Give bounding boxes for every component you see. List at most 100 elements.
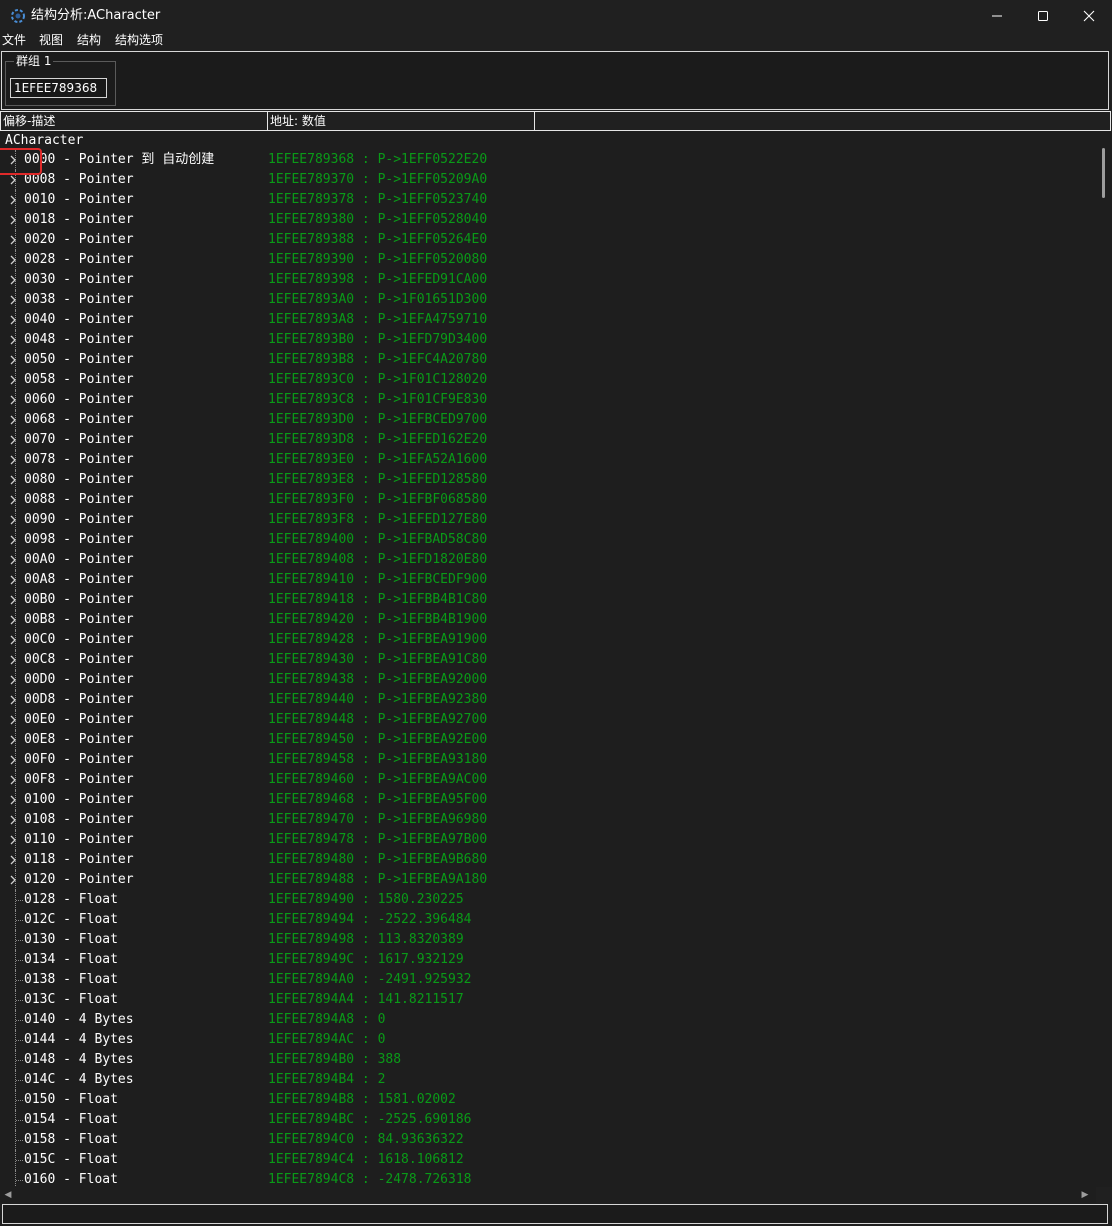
tree-row[interactable]: 0118 - Pointer 1EFEE789480 : P->1EFBEA9B6… — [0, 850, 1096, 870]
tree-row[interactable]: 00A0 - Pointer 1EFEE789408 : P->1EFD1820E… — [0, 550, 1096, 570]
menu-structure-options[interactable]: 结构选项 — [115, 32, 163, 48]
tree-row[interactable]: 00B0 - Pointer 1EFEE789418 : P->1EFBB4B1C… — [0, 590, 1096, 610]
tree-row[interactable]: 0060 - Pointer 1EFEE7893C8 : P->1F01CF9E8… — [0, 390, 1096, 410]
tree-row[interactable]: 0148 - 4 Bytes 1EFEE7894B0 : 388 — [0, 1050, 1096, 1070]
tree-row[interactable]: 0150 - Float 1EFEE7894B8 : 1581.02002 — [0, 1090, 1096, 1110]
tree-row[interactable]: 0088 - Pointer 1EFEE7893F0 : P->1EFBF0685… — [0, 490, 1096, 510]
chevron-right-icon[interactable] — [7, 574, 19, 586]
chevron-right-icon[interactable] — [7, 474, 19, 486]
tree-row[interactable]: 0020 - Pointer 1EFEE789388 : P->1EFF05264… — [0, 230, 1096, 250]
tree-row[interactable]: 0010 - Pointer 1EFEE789378 : P->1EFF05237… — [0, 190, 1096, 210]
chevron-right-icon[interactable] — [7, 814, 19, 826]
column-header-address[interactable]: 地址: 数值 — [267, 111, 535, 131]
tree-row[interactable]: 013C - Float 1EFEE7894A4 : 141.8211517 — [0, 990, 1096, 1010]
tree-row[interactable]: 014C - 4 Bytes 1EFEE7894B4 : 2 — [0, 1070, 1096, 1090]
column-header-offset[interactable]: 偏移-描述 — [0, 111, 268, 131]
tree-row[interactable]: 00E0 - Pointer 1EFEE789448 : P->1EFBEA927… — [0, 710, 1096, 730]
horizontal-scrollbar[interactable]: ◀ ▶ — [0, 1187, 1096, 1203]
chevron-right-icon[interactable] — [7, 754, 19, 766]
tree-row[interactable]: 0038 - Pointer 1EFEE7893A0 : P->1F01651D3… — [0, 290, 1096, 310]
tree-row[interactable]: 0138 - Float 1EFEE7894A0 : -2491.925932 — [0, 970, 1096, 990]
tree-row[interactable]: 0110 - Pointer 1EFEE789478 : P->1EFBEA97B… — [0, 830, 1096, 850]
chevron-right-icon[interactable] — [7, 614, 19, 626]
chevron-right-icon[interactable] — [7, 394, 19, 406]
scroll-left-arrow-icon[interactable]: ◀ — [3, 1190, 13, 1200]
chevron-right-icon[interactable] — [7, 654, 19, 666]
chevron-right-icon[interactable] — [7, 354, 19, 366]
tree-row[interactable]: 0160 - Float 1EFEE7894C8 : -2478.726318 — [0, 1170, 1096, 1187]
chevron-right-icon[interactable] — [7, 834, 19, 846]
chevron-right-icon[interactable] — [7, 294, 19, 306]
tree-row[interactable]: 00A8 - Pointer 1EFEE789410 : P->1EFBCEDF9… — [0, 570, 1096, 590]
chevron-right-icon[interactable] — [7, 674, 19, 686]
chevron-right-icon[interactable] — [7, 594, 19, 606]
chevron-right-icon[interactable] — [7, 314, 19, 326]
tree-row[interactable]: 0080 - Pointer 1EFEE7893E8 : P->1EFED1285… — [0, 470, 1096, 490]
tree-row[interactable]: 00C8 - Pointer 1EFEE789430 : P->1EFBEA91C… — [0, 650, 1096, 670]
tree-row[interactable]: 0158 - Float 1EFEE7894C0 : 84.93636322 — [0, 1130, 1096, 1150]
tree-row[interactable]: 0058 - Pointer 1EFEE7893C0 : P->1F01C1280… — [0, 370, 1096, 390]
chevron-right-icon[interactable] — [7, 854, 19, 866]
chevron-right-icon[interactable] — [7, 414, 19, 426]
tree-row[interactable]: 00F0 - Pointer 1EFEE789458 : P->1EFBEA931… — [0, 750, 1096, 770]
chevron-right-icon[interactable] — [7, 534, 19, 546]
tree-row[interactable]: 0008 - Pointer 1EFEE789370 : P->1EFF05209… — [0, 170, 1096, 190]
tree-row[interactable]: 00B8 - Pointer 1EFEE789420 : P->1EFBB4B19… — [0, 610, 1096, 630]
vertical-scrollbar[interactable] — [1096, 131, 1112, 1187]
chevron-right-icon[interactable] — [7, 214, 19, 226]
menu-structure[interactable]: 结构 — [77, 32, 101, 48]
tree-row[interactable]: 00D8 - Pointer 1EFEE789440 : P->1EFBEA923… — [0, 690, 1096, 710]
chevron-right-icon[interactable] — [7, 254, 19, 266]
tree-row[interactable]: 0078 - Pointer 1EFEE7893E0 : P->1EFA52A16… — [0, 450, 1096, 470]
chevron-right-icon[interactable] — [7, 434, 19, 446]
tree-row[interactable]: 0154 - Float 1EFEE7894BC : -2525.690186 — [0, 1110, 1096, 1130]
tree-row[interactable]: 0130 - Float 1EFEE789498 : 113.8320389 — [0, 930, 1096, 950]
tree-row[interactable]: 0068 - Pointer 1EFEE7893D0 : P->1EFBCED97… — [0, 410, 1096, 430]
tree-row[interactable]: 0018 - Pointer 1EFEE789380 : P->1EFF05280… — [0, 210, 1096, 230]
chevron-right-icon[interactable] — [7, 634, 19, 646]
chevron-right-icon[interactable] — [7, 554, 19, 566]
chevron-right-icon[interactable] — [7, 714, 19, 726]
tree-row[interactable]: 0000 - Pointer 到 自动创建 1EFEE789368 : P->1E… — [0, 150, 1096, 170]
tree-row[interactable]: 015C - Float 1EFEE7894C4 : 1618.106812 — [0, 1150, 1096, 1170]
chevron-right-icon[interactable] — [7, 694, 19, 706]
tree-row[interactable]: 0050 - Pointer 1EFEE7893B8 : P->1EFC4A207… — [0, 350, 1096, 370]
tree-row[interactable]: 0090 - Pointer 1EFEE7893F8 : P->1EFED127E… — [0, 510, 1096, 530]
tree-row[interactable]: 0048 - Pointer 1EFEE7893B0 : P->1EFD79D34… — [0, 330, 1096, 350]
chevron-right-icon[interactable] — [7, 514, 19, 526]
tree-row[interactable]: 0100 - Pointer 1EFEE789468 : P->1EFBEA95F… — [0, 790, 1096, 810]
tree-row[interactable]: 0070 - Pointer 1EFEE7893D8 : P->1EFED162E… — [0, 430, 1096, 450]
chevron-right-icon[interactable] — [7, 454, 19, 466]
tree-row[interactable]: 0134 - Float 1EFEE78949C : 1617.932129 — [0, 950, 1096, 970]
menu-file[interactable]: 文件 — [2, 32, 26, 48]
chevron-right-icon[interactable] — [7, 334, 19, 346]
tree-row[interactable]: 0028 - Pointer 1EFEE789390 : P->1EFF05200… — [0, 250, 1096, 270]
tree-row[interactable]: 0144 - 4 Bytes 1EFEE7894AC : 0 — [0, 1030, 1096, 1050]
tree-row[interactable]: 00D0 - Pointer 1EFEE789438 : P->1EFBEA920… — [0, 670, 1096, 690]
chevron-right-icon[interactable] — [7, 194, 19, 206]
chevron-right-icon[interactable] — [7, 174, 19, 186]
tree-row[interactable]: 00C0 - Pointer 1EFEE789428 : P->1EFBEA919… — [0, 630, 1096, 650]
tree-row[interactable]: 0128 - Float 1EFEE789490 : 1580.230225 — [0, 890, 1096, 910]
chevron-right-icon[interactable] — [7, 774, 19, 786]
tree-row[interactable]: 00F8 - Pointer 1EFEE789460 : P->1EFBEA9AC… — [0, 770, 1096, 790]
chevron-right-icon[interactable] — [7, 494, 19, 506]
tree-row[interactable]: 0040 - Pointer 1EFEE7893A8 : P->1EFA47597… — [0, 310, 1096, 330]
chevron-right-icon[interactable] — [7, 794, 19, 806]
tree-row[interactable]: 0108 - Pointer 1EFEE789470 : P->1EFBEA969… — [0, 810, 1096, 830]
tree-row[interactable]: 00E8 - Pointer 1EFEE789450 : P->1EFBEA92E… — [0, 730, 1096, 750]
vertical-scroll-thumb[interactable] — [1102, 148, 1105, 198]
maximize-button[interactable] — [1020, 0, 1066, 31]
chevron-right-icon[interactable] — [7, 374, 19, 386]
tree-row[interactable]: 0140 - 4 Bytes 1EFEE7894A8 : 0 — [0, 1010, 1096, 1030]
scroll-right-arrow-icon[interactable]: ▶ — [1080, 1190, 1090, 1200]
chevron-right-icon[interactable] — [7, 734, 19, 746]
close-button[interactable] — [1066, 0, 1112, 31]
chevron-right-icon[interactable] — [7, 234, 19, 246]
chevron-right-icon[interactable] — [7, 874, 19, 886]
tree-row[interactable]: 0120 - Pointer 1EFEE789488 : P->1EFBEA9A1… — [0, 870, 1096, 890]
tree-row[interactable]: 0030 - Pointer 1EFEE789398 : P->1EFED91CA… — [0, 270, 1096, 290]
chevron-right-icon[interactable] — [7, 274, 19, 286]
tree-row[interactable]: 0098 - Pointer 1EFEE789400 : P->1EFBAD58C… — [0, 530, 1096, 550]
tree-row[interactable]: 012C - Float 1EFEE789494 : -2522.396484 — [0, 910, 1096, 930]
